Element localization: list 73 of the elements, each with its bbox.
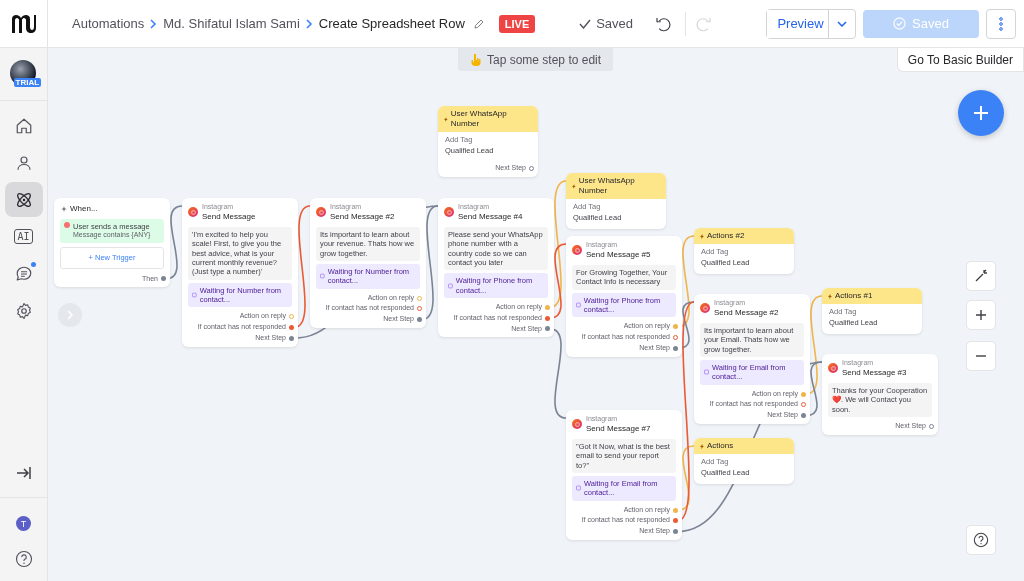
chat-icon bbox=[14, 264, 33, 283]
node-title: User WhatsApp Number bbox=[578, 176, 636, 196]
app-icon bbox=[444, 207, 454, 218]
connection-dot[interactable] bbox=[545, 315, 550, 321]
logo-icon bbox=[10, 13, 37, 34]
app-icon bbox=[572, 245, 582, 256]
ai-icon: AI bbox=[14, 229, 33, 244]
app-icon bbox=[188, 207, 198, 218]
node-title: Send Message #2 bbox=[330, 211, 395, 222]
pointing-hand-icon bbox=[470, 53, 481, 66]
zoom-in-icon[interactable] bbox=[966, 300, 996, 330]
settings-icon bbox=[14, 301, 33, 320]
connection-dot[interactable] bbox=[545, 326, 550, 332]
app-icon bbox=[316, 207, 326, 218]
connection-dot[interactable] bbox=[801, 391, 806, 397]
connection-dot[interactable] bbox=[673, 324, 678, 330]
basic-builder-link[interactable]: Go To Basic Builder bbox=[896, 48, 1024, 72]
node-title: Actions #2 bbox=[707, 231, 745, 241]
person-icon bbox=[14, 153, 33, 172]
plus-icon bbox=[972, 104, 990, 122]
node-title: Actions #1 bbox=[835, 291, 873, 301]
node-title: Send Message #3 bbox=[842, 367, 907, 378]
help-icon[interactable] bbox=[966, 525, 996, 555]
nav-item[interactable]: AI bbox=[4, 219, 43, 254]
app-icon bbox=[572, 419, 582, 430]
connection-dot[interactable] bbox=[289, 335, 294, 341]
magic-wand-icon[interactable] bbox=[966, 261, 996, 291]
trial-badge: TRIAL bbox=[13, 78, 42, 87]
user-avatar[interactable]: T bbox=[16, 516, 31, 531]
connection-dot[interactable] bbox=[289, 325, 294, 330]
add-step-button[interactable] bbox=[958, 90, 1004, 136]
app-icon bbox=[828, 363, 838, 374]
lightning-icon bbox=[444, 116, 448, 122]
node-title: Send Message #2 bbox=[714, 307, 779, 318]
app-icon bbox=[700, 303, 710, 314]
node-title: Send Message #4 bbox=[458, 211, 523, 222]
node-title: User WhatsApp Number bbox=[450, 109, 508, 129]
node-title: When... bbox=[70, 204, 98, 214]
breadcrumb-link[interactable]: Automations bbox=[72, 16, 145, 31]
connection-dot[interactable] bbox=[673, 529, 678, 534]
more-icon[interactable] bbox=[986, 8, 1016, 39]
hint-text: Tap some step to edit bbox=[487, 52, 602, 67]
save-status: Saved bbox=[596, 16, 633, 31]
node-title: Send Message bbox=[202, 211, 256, 222]
connection-dot[interactable] bbox=[673, 345, 678, 351]
chevron-right-icon bbox=[150, 18, 158, 29]
pencil-icon[interactable] bbox=[472, 17, 485, 30]
lightning-icon bbox=[572, 183, 576, 189]
connection-dot[interactable] bbox=[545, 304, 550, 310]
zoom-out-icon[interactable] bbox=[966, 341, 996, 371]
live-badge: LIVE bbox=[498, 14, 536, 33]
node-title: Send Message #5 bbox=[586, 249, 651, 260]
chevron-right-icon bbox=[305, 18, 313, 29]
breadcrumb-link[interactable]: Md. Shifatul Islam Sami bbox=[163, 16, 300, 31]
nav-item[interactable] bbox=[4, 182, 43, 217]
check-circle-icon bbox=[893, 17, 907, 30]
connection-dot[interactable] bbox=[673, 518, 678, 524]
connection-dot[interactable] bbox=[801, 413, 806, 418]
node-title: Actions bbox=[707, 441, 734, 451]
connection-dot[interactable] bbox=[417, 317, 422, 322]
node-title: Send Message #7 bbox=[586, 423, 651, 434]
lightning-icon bbox=[700, 233, 704, 239]
lightning-icon bbox=[828, 293, 832, 299]
connection-dot[interactable] bbox=[673, 507, 678, 513]
message-node[interactable] bbox=[182, 198, 298, 347]
breadcrumb-link[interactable]: Create Spreadsheet Row bbox=[318, 16, 465, 31]
message-node[interactable] bbox=[438, 198, 554, 338]
sparkle-icon bbox=[61, 206, 67, 212]
lightning-icon bbox=[700, 443, 704, 449]
home-icon bbox=[14, 116, 33, 135]
connection-dot[interactable] bbox=[161, 276, 166, 282]
preview-button[interactable]: Preview bbox=[767, 9, 829, 38]
check-icon bbox=[579, 18, 592, 29]
